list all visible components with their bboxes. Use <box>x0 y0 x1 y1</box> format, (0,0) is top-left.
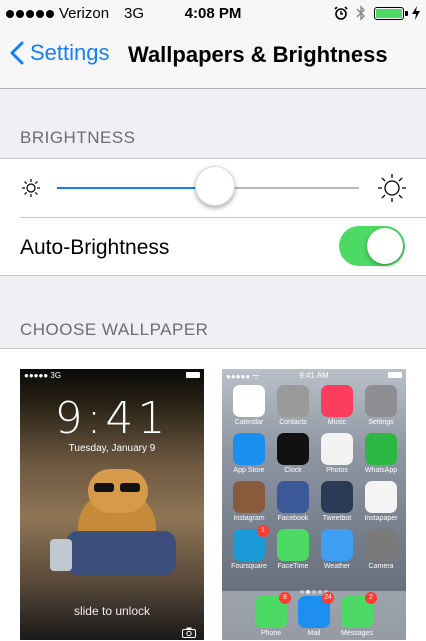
lock-screen-time: 9:41 <box>54 393 170 444</box>
photos-icon <box>321 433 353 465</box>
home-mini-time: 9:41 AM <box>299 371 329 380</box>
app-mail[interactable]: 24 Mail <box>298 592 334 640</box>
app-settings[interactable]: Settings <box>359 385 403 426</box>
notification-badge: 1 <box>257 525 269 537</box>
dock: 8 Phone 24 Mail 2 Messages <box>222 591 406 640</box>
contacts-icon <box>277 385 309 417</box>
lock-screen-date: Tuesday, January 9 <box>68 443 156 454</box>
app-label: App Store <box>233 467 265 474</box>
mail-icon: 24 <box>298 592 334 628</box>
facetime-icon <box>277 529 309 561</box>
lock-screen-wallpaper-preview[interactable]: ●●●●● 3G 9:41 Tuesday, January 9 slide t… <box>20 369 204 640</box>
wallpaper-section-header: CHOOSE WALLPAPER <box>20 320 209 339</box>
camera-icon <box>365 529 397 561</box>
brightness-slider-thumb[interactable] <box>195 166 236 206</box>
lock-mini-status: ●●●●● 3G <box>20 369 204 383</box>
chevron-left-icon <box>10 41 24 65</box>
app-label: Foursquare <box>231 563 267 570</box>
notification-badge: 2 <box>365 592 377 604</box>
app-photos[interactable]: Photos <box>315 433 359 474</box>
camera-icon <box>182 627 196 638</box>
app-label: Contacts <box>279 419 307 426</box>
app-foursquare[interactable]: 1 Foursquare <box>227 525 271 570</box>
home-screen-wallpaper-preview[interactable]: ●●●●● ᯤ 9:41 AM Calendar Contacts Music Set… <box>222 369 406 640</box>
clock-icon <box>277 433 309 465</box>
weather-icon <box>321 529 353 561</box>
app-clock[interactable]: Clock <box>271 433 315 474</box>
app-label: FaceTime <box>277 563 309 570</box>
back-button-label: Settings <box>30 40 110 65</box>
app-phone[interactable]: 8 Phone <box>255 592 291 640</box>
brightness-high-icon <box>378 174 406 202</box>
app-facetime[interactable]: FaceTime <box>271 529 315 570</box>
app-label: Mail <box>307 630 321 637</box>
app-messages[interactable]: 2 Messages <box>341 592 377 640</box>
home-mini-status: ●●●●● ᯤ 9:41 AM <box>222 369 406 383</box>
app-label: Settings <box>368 419 394 426</box>
instapaper-icon <box>365 481 397 513</box>
app-label: Photos <box>326 467 348 474</box>
row-divider <box>20 217 426 218</box>
app-camera[interactable]: Camera <box>359 529 403 570</box>
battery-icon <box>374 6 408 20</box>
bluetooth-icon <box>356 5 365 21</box>
back-button[interactable]: Settings <box>10 40 110 66</box>
facebook-icon <box>277 481 309 513</box>
whatsapp-icon <box>365 433 397 465</box>
navigation-bar: Settings Wallpapers & Brightness <box>0 26 426 89</box>
app-instagram[interactable]: Instagram <box>227 481 271 522</box>
music-icon <box>321 385 353 417</box>
app-label: Camera <box>368 563 394 570</box>
app-whatsapp[interactable]: WhatsApp <box>359 433 403 474</box>
notification-badge: 24 <box>322 592 334 604</box>
foursquare-icon: 1 <box>233 525 269 561</box>
alarm-icon <box>334 6 348 20</box>
app-label: Tweetbot <box>322 515 352 522</box>
brightness-low-icon <box>22 179 40 197</box>
app-label: Music <box>327 419 347 426</box>
toggle-knob <box>367 228 403 264</box>
app-label: Calendar <box>234 419 264 426</box>
app-label: Instagram <box>233 515 265 522</box>
status-right <box>334 5 420 21</box>
tweetbot-icon <box>321 481 353 513</box>
home-mini-battery-icon <box>388 372 402 378</box>
app-label: Facebook <box>277 515 309 522</box>
slide-to-unlock-text: slide to unlock <box>73 604 151 618</box>
charging-bolt-icon <box>412 6 420 20</box>
app-tweetbot[interactable]: Tweetbot <box>315 481 359 522</box>
app-label: Clock <box>284 467 302 474</box>
app-label: WhatsApp <box>364 467 398 474</box>
app-app-store[interactable]: App Store <box>227 433 271 474</box>
app-store-icon <box>233 433 265 465</box>
brightness-section-header: BRIGHTNESS <box>20 128 136 147</box>
auto-brightness-label: Auto-Brightness <box>20 236 170 259</box>
notification-badge: 8 <box>279 592 291 604</box>
app-grid: Calendar Contacts Music Settings App Store Cl… <box>227 385 403 570</box>
app-weather[interactable]: Weather <box>315 529 359 570</box>
calendar-icon <box>233 385 265 417</box>
app-label: Instapaper <box>364 515 398 522</box>
app-facebook[interactable]: Facebook <box>271 481 315 522</box>
brightness-slider-fill <box>57 187 215 189</box>
app-calendar[interactable]: Calendar <box>227 385 271 426</box>
status-bar: Verizon 3G 4:08 PM <box>0 0 426 26</box>
messages-icon: 2 <box>341 592 377 628</box>
app-music[interactable]: Music <box>315 385 359 426</box>
lock-mini-carrier: ●●●●● 3G <box>24 371 62 380</box>
app-label: Weather <box>323 563 351 570</box>
phone-icon: 8 <box>255 592 291 628</box>
app-label: Messages <box>341 630 373 637</box>
app-instapaper[interactable]: Instapaper <box>359 481 403 522</box>
auto-brightness-toggle[interactable] <box>339 226 405 266</box>
lock-mini-battery-icon <box>186 372 200 378</box>
instagram-icon <box>233 481 265 513</box>
gear-icon <box>365 385 397 417</box>
app-contacts[interactable]: Contacts <box>271 385 315 426</box>
app-label: Phone <box>260 630 282 637</box>
page-title: Wallpapers & Brightness <box>128 42 388 67</box>
